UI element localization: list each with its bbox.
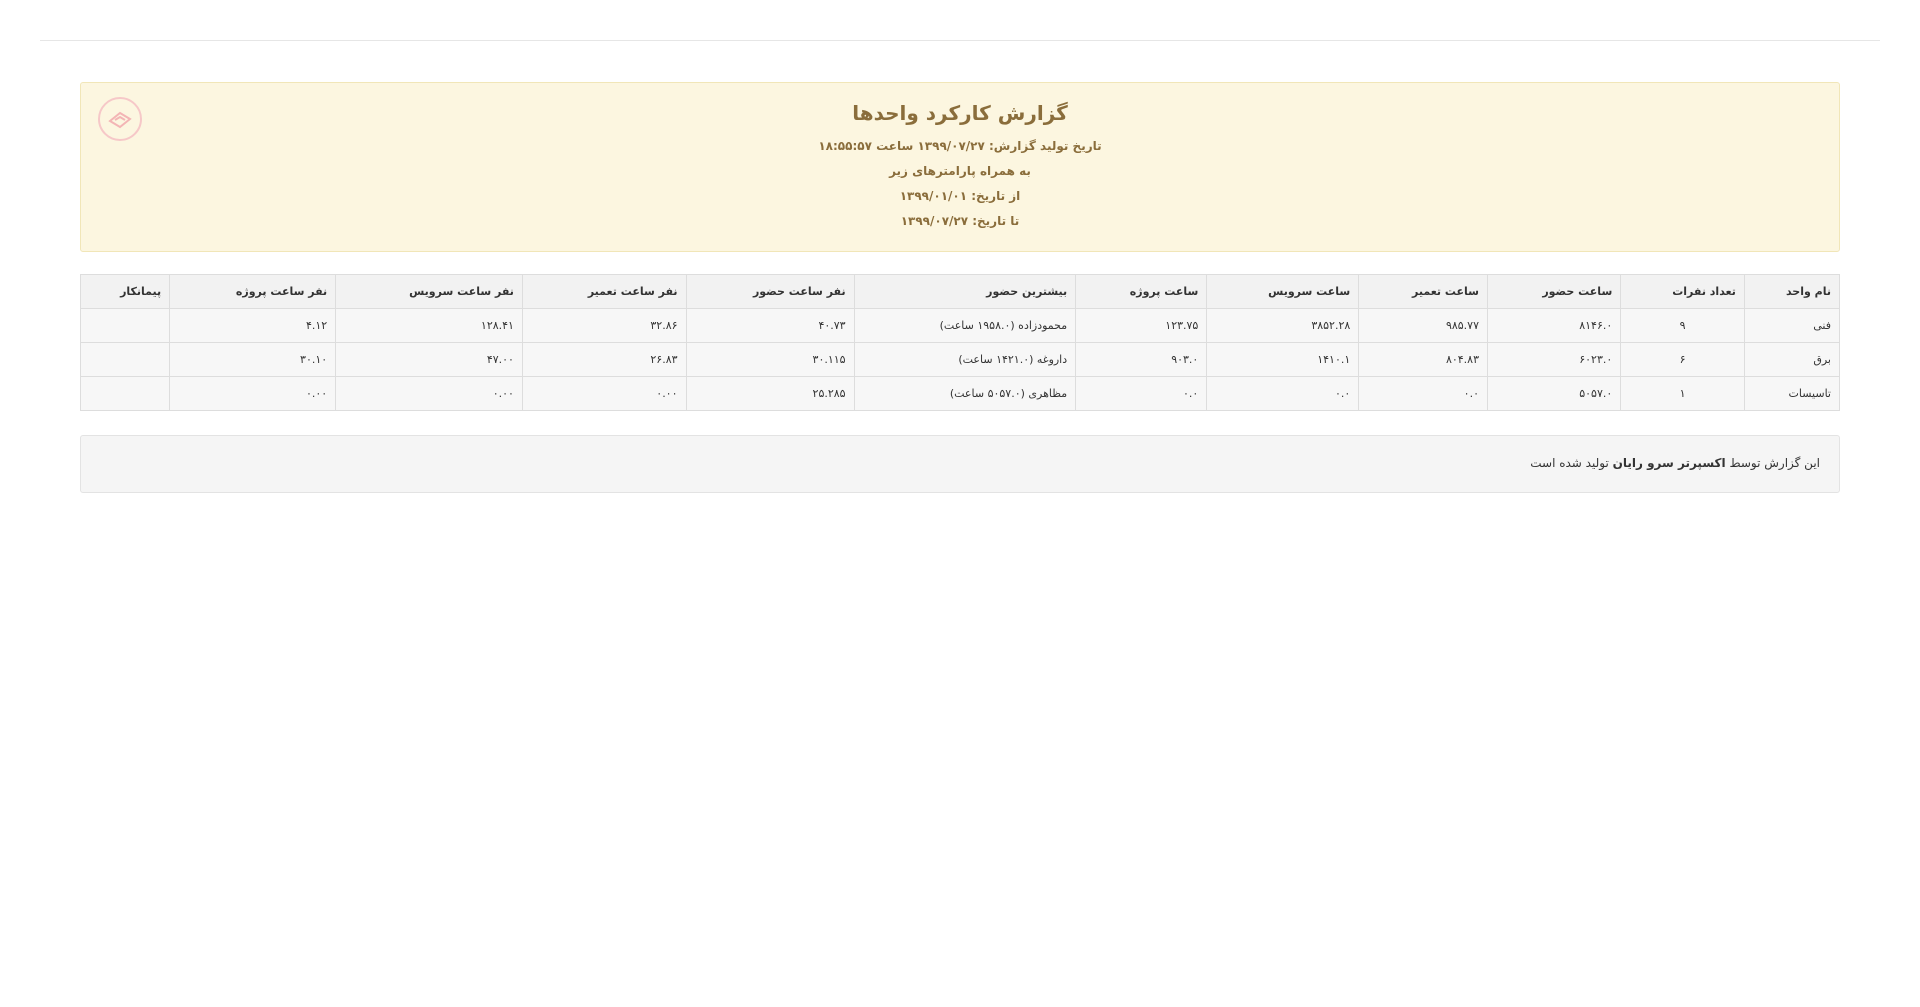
cell-person-service-hours: ۱۲۸.۴۱ <box>335 308 523 343</box>
cell-attendance-hours: ۶۰۲۳.۰ <box>1486 342 1622 377</box>
cell-service-hours: ۰.۰ <box>1206 376 1360 411</box>
cell-person-attendance-hours: ۴۰.۷۳ <box>685 308 855 343</box>
column-header-project-hours: ساعت پروژه <box>1075 274 1208 309</box>
cell-project-hours: ۹۰۳.۰ <box>1075 342 1208 377</box>
company-logo-icon <box>98 97 142 141</box>
report-title: گزارش کارکرد واحدها <box>852 101 1068 125</box>
cell-top-attendance: محمودزاده (۱۹۵۸.۰ ساعت) <box>853 308 1077 343</box>
cell-repair-hours: ۹۸۵.۷۷ <box>1358 308 1488 343</box>
cell-contractor <box>79 376 171 411</box>
cell-top-attendance: مظاهری (۵۰۵۷.۰ ساعت) <box>853 376 1077 411</box>
cell-project-hours: ۰.۰ <box>1075 376 1208 411</box>
cell-unit-name: فنی <box>1743 308 1841 343</box>
table-row: تاسیسات ۱ ۵۰۵۷.۰ ۰.۰ ۰.۰ ۰.۰ مظاهری (۵۰۵… <box>79 376 1841 411</box>
column-header-contractor: پیمانکار <box>79 274 171 309</box>
cell-person-project-hours: ۴.۱۲ <box>169 308 337 343</box>
cell-person-attendance-hours: ۲۵.۲۸۵ <box>685 376 855 411</box>
footer-brand-name: اکسپرتر سرو رایان <box>1612 456 1726 470</box>
column-header-service-hours: ساعت سرویس <box>1206 274 1360 309</box>
column-header-top-attendance: بیشترین حضور <box>853 274 1077 309</box>
units-report-table: نام واحد تعداد نفرات ساعت حضور ساعت تعمی… <box>79 274 1841 411</box>
cell-person-repair-hours: ۲۶.۸۳ <box>521 342 687 377</box>
column-header-person-project-hours: نفر ساعت پروژه <box>169 274 337 309</box>
cell-person-project-hours: ۰.۰۰ <box>169 376 337 411</box>
cell-person-repair-hours: ۳۲.۸۶ <box>521 308 687 343</box>
cell-attendance-hours: ۵۰۵۷.۰ <box>1486 376 1622 411</box>
column-header-person-service-hours: نفر ساعت سرویس <box>335 274 523 309</box>
report-to-date: تا تاریخ: ۱۳۹۹/۰۷/۲۷ <box>900 214 1020 228</box>
cell-service-hours: ۳۸۵۲.۲۸ <box>1206 308 1360 343</box>
top-divider <box>40 40 1880 41</box>
column-header-repair-hours: ساعت تعمیر <box>1358 274 1488 309</box>
cell-contractor <box>79 308 171 343</box>
report-from-date: از تاریخ: ۱۳۹۹/۰۱/۰۱ <box>899 189 1021 203</box>
cell-unit-name: برق <box>1743 342 1841 377</box>
cell-repair-hours: ۰.۰ <box>1358 376 1488 411</box>
cell-headcount: ۱ <box>1620 376 1745 411</box>
report-footer-note: این گزارش توسط اکسپرتر سرو رایان تولید ش… <box>80 435 1840 493</box>
cell-contractor <box>79 342 171 377</box>
cell-attendance-hours: ۸۱۴۶.۰ <box>1486 308 1622 343</box>
report-generated-date: تاریخ تولید گزارش: ۱۳۹۹/۰۷/۲۷ ساعت ۱۸:۵۵… <box>818 139 1102 153</box>
report-header-panel: گزارش کارکرد واحدها تاریخ تولید گزارش: ۱… <box>80 82 1840 252</box>
cell-service-hours: ۱۴۱۰.۱ <box>1206 342 1360 377</box>
table-row: برق ۶ ۶۰۲۳.۰ ۸۰۴.۸۳ ۱۴۱۰.۱ ۹۰۳.۰ داروغه … <box>79 342 1841 377</box>
cell-unit-name: تاسیسات <box>1743 376 1841 411</box>
cell-project-hours: ۱۲۳.۷۵ <box>1075 308 1208 343</box>
cell-person-service-hours: ۰.۰۰ <box>335 376 523 411</box>
cell-person-service-hours: ۴۷.۰۰ <box>335 342 523 377</box>
units-report-table-wrapper: نام واحد تعداد نفرات ساعت حضور ساعت تعمی… <box>79 274 1841 411</box>
report-params-intro: به همراه پارامترهای زیر <box>889 164 1031 178</box>
column-header-headcount: تعداد نفرات <box>1620 274 1745 309</box>
cell-top-attendance: داروغه (۱۴۲۱.۰ ساعت) <box>853 342 1077 377</box>
column-header-person-repair-hours: نفر ساعت تعمیر <box>521 274 687 309</box>
column-header-attendance-hours: ساعت حضور <box>1486 274 1622 309</box>
footer-text-before: این گزارش توسط <box>1729 456 1820 470</box>
table-header-row: نام واحد تعداد نفرات ساعت حضور ساعت تعمی… <box>79 274 1841 309</box>
column-header-person-attendance-hours: نفر ساعت حضور <box>685 274 855 309</box>
cell-headcount: ۹ <box>1620 308 1745 343</box>
cell-headcount: ۶ <box>1620 342 1745 377</box>
cell-repair-hours: ۸۰۴.۸۳ <box>1358 342 1488 377</box>
table-row: فنی ۹ ۸۱۴۶.۰ ۹۸۵.۷۷ ۳۸۵۲.۲۸ ۱۲۳.۷۵ محمود… <box>79 308 1841 343</box>
footer-text-after: تولید شده است <box>1530 456 1609 470</box>
column-header-unit-name: نام واحد <box>1743 274 1841 309</box>
cell-person-repair-hours: ۰.۰۰ <box>521 376 687 411</box>
cell-person-attendance-hours: ۳۰.۱۱۵ <box>685 342 855 377</box>
cell-person-project-hours: ۳۰.۱۰ <box>169 342 337 377</box>
